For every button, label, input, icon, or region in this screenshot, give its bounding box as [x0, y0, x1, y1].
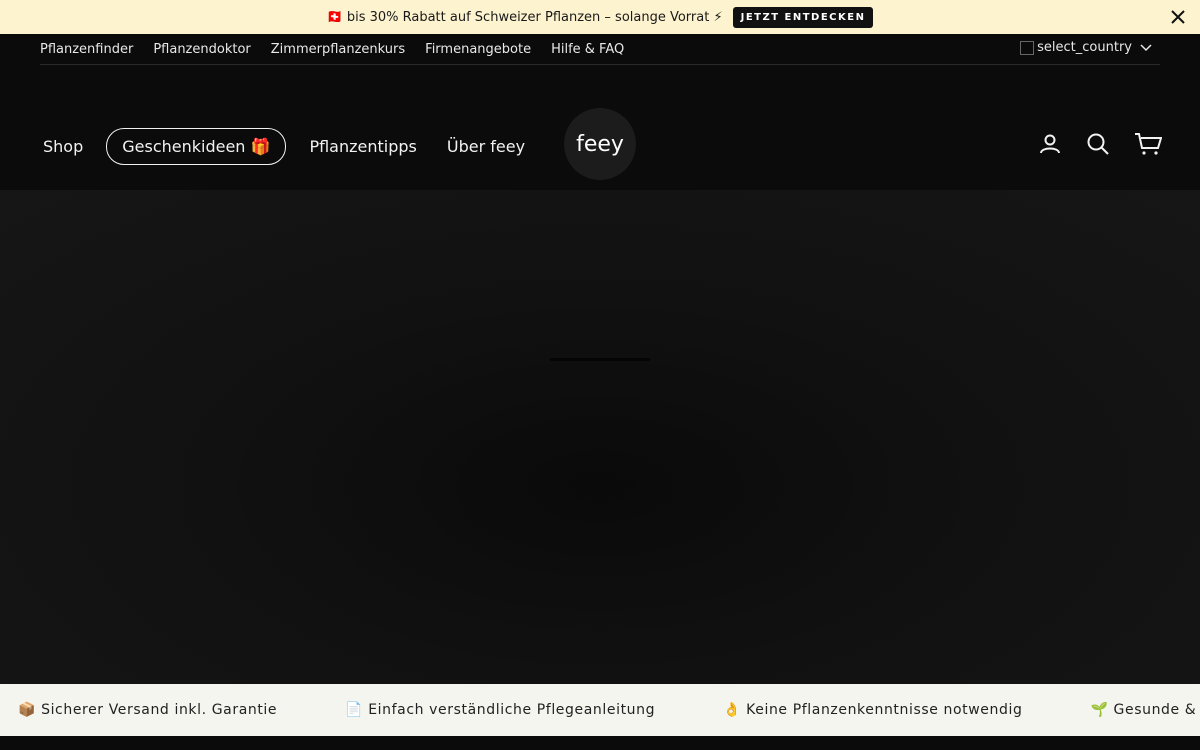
cart-icon[interactable]: [1134, 132, 1162, 156]
trust-item-care-guide: 📄 Einfach verständliche Pflegeanleitung: [345, 702, 656, 718]
site-logo[interactable]: feey: [564, 108, 636, 180]
trust-bar: 📦 Sicherer Versand inkl. Garantie 📄 Einf…: [0, 684, 1200, 736]
search-icon[interactable]: [1086, 132, 1110, 156]
nav-shop[interactable]: Shop: [28, 129, 98, 164]
utility-link-pflanzenfinder[interactable]: Pflanzenfinder: [40, 42, 133, 57]
country-selector-label: select_country: [1037, 40, 1132, 55]
announcement-text: 🇨🇭 bis 30% Rabatt auf Schweizer Pflanzen…: [326, 9, 723, 25]
main-nav: Shop Geschenkideen 🎁 Pflanzentipps Über …: [28, 128, 540, 165]
country-selector[interactable]: select_country: [1020, 40, 1152, 55]
nav-pflanzentipps[interactable]: Pflanzentipps: [294, 129, 431, 164]
trust-item-healthy: 🌱 Gesunde & langle: [1090, 702, 1200, 718]
close-icon[interactable]: [1168, 7, 1188, 27]
header-actions: [1014, 132, 1162, 156]
chevron-down-icon: [1140, 43, 1152, 52]
utility-link-zimmerpflanzenkurs[interactable]: Zimmerpflanzenkurs: [271, 42, 405, 57]
country-flag-image: [1020, 40, 1035, 55]
hero-section: [0, 190, 1200, 684]
user-icon[interactable]: [1038, 132, 1062, 156]
nav-ueber-feey[interactable]: Über feey: [432, 129, 540, 164]
trust-item-shipping: 📦 Sicherer Versand inkl. Garantie: [18, 702, 278, 718]
loading-bar: [550, 358, 650, 361]
utility-link-pflanzendoktor[interactable]: Pflanzendoktor: [153, 42, 250, 57]
utility-nav: Pflanzenfinder Pflanzendoktor Zimmerpfla…: [40, 34, 1160, 65]
announcement-bar: 🇨🇭 bis 30% Rabatt auf Schweizer Pflanzen…: [0, 0, 1200, 34]
trust-item-no-knowledge: 👌 Keine Pflanzenkenntnisse notwendig: [723, 702, 1023, 718]
nav-geschenkideen[interactable]: Geschenkideen 🎁: [106, 128, 287, 165]
main-header: Shop Geschenkideen 🎁 Pflanzentipps Über …: [0, 100, 1200, 190]
bottom-strip: [0, 736, 1200, 750]
utility-link-firmenangebote[interactable]: Firmenangebote: [425, 42, 531, 57]
announcement-cta-button[interactable]: JETZT ENTDECKEN: [732, 6, 874, 28]
utility-link-hilfe-faq[interactable]: Hilfe & FAQ: [551, 42, 624, 57]
